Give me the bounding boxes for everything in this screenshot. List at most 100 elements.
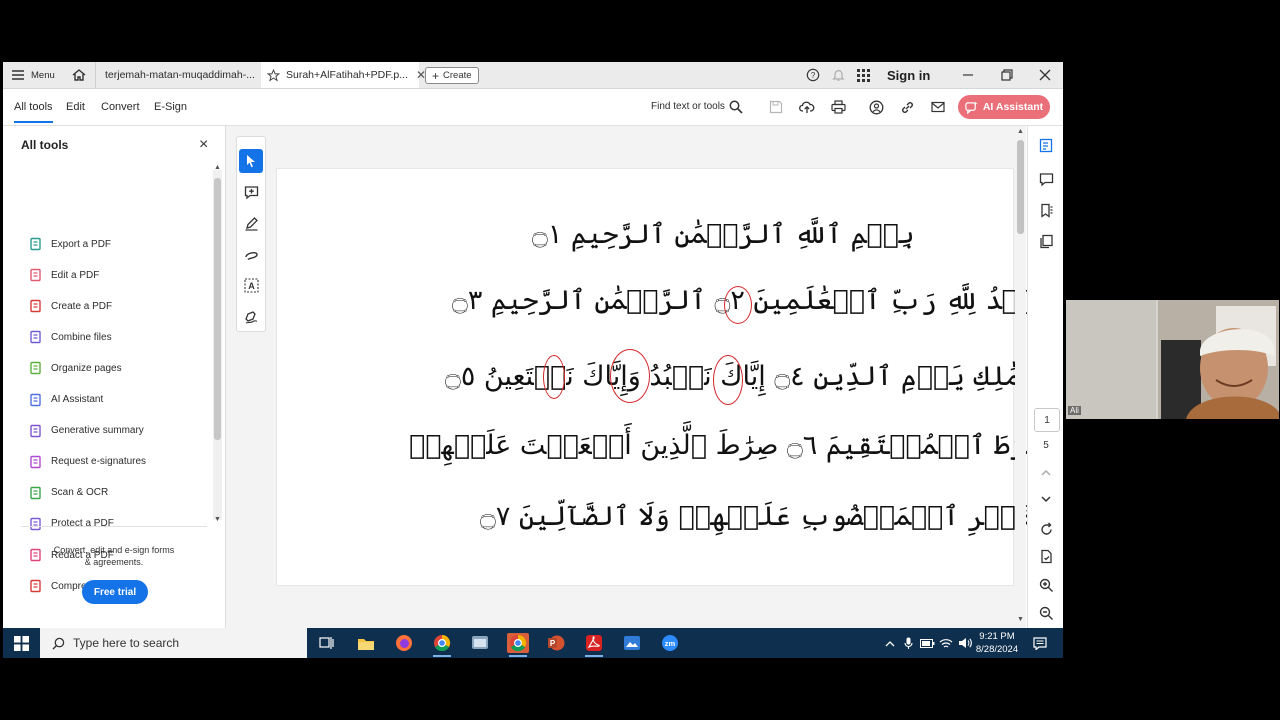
acrobat-icon[interactable]	[583, 633, 605, 657]
tab-surah-alfatihah[interactable]: Surah+AlFatihah+PDF.p... ✕	[261, 62, 426, 88]
rotate-icon[interactable]	[1037, 520, 1055, 538]
comment-plus-icon	[244, 185, 259, 200]
pen-icon	[244, 216, 259, 231]
menu-edit[interactable]: Edit	[66, 101, 85, 113]
maximize-button[interactable]	[998, 66, 1016, 84]
organize-pages-icon	[29, 361, 43, 375]
highlight-tool[interactable]	[239, 211, 263, 235]
zoom-app-icon[interactable]: zm	[659, 633, 681, 653]
apps-grid-icon[interactable]	[854, 66, 872, 84]
acrobat-window: Menu terjemah-matan-muqaddimah-... Surah…	[3, 62, 1063, 628]
tool-combine-files[interactable]: Combine files	[29, 327, 112, 347]
windows-taskbar: Type here to search P zm 9:21 PM 8/28/20…	[3, 628, 1063, 658]
document-scrollbar-thumb[interactable]	[1017, 140, 1024, 234]
tool-ai-assistant[interactable]: AI Assistant	[29, 390, 103, 410]
home-button[interactable]	[71, 62, 87, 88]
zoom-in-icon[interactable]	[1037, 576, 1055, 594]
red-circle-annotation	[724, 286, 752, 324]
help-icon[interactable]: ?	[804, 66, 822, 84]
generative-summary-icon	[29, 424, 43, 438]
sign-pen-icon	[244, 309, 259, 324]
taskbar-search-box[interactable]: Type here to search	[40, 628, 307, 658]
chrome-profile-icon[interactable]	[507, 633, 529, 657]
save-icon[interactable]	[767, 98, 785, 116]
scroll-down-arrow-icon[interactable]: ▼	[214, 516, 221, 523]
notifications-bell-icon[interactable]	[829, 66, 847, 84]
red-circle-annotation	[543, 355, 565, 399]
comments-icon[interactable]	[1037, 170, 1055, 188]
svg-text:zm: zm	[665, 639, 676, 648]
zoom-out-icon[interactable]	[1037, 604, 1055, 622]
volume-icon[interactable]	[954, 633, 976, 653]
next-page-icon[interactable]	[1037, 490, 1055, 508]
minimize-button[interactable]	[959, 66, 977, 84]
tool-label: Create a PDF	[51, 300, 113, 312]
email-icon[interactable]	[929, 98, 947, 116]
close-window-button[interactable]	[1036, 66, 1054, 84]
tool-edit-pdf[interactable]: Edit a PDF	[29, 265, 99, 285]
tool-organize-pages[interactable]: Organize pages	[29, 358, 122, 378]
sign-tool[interactable]	[239, 304, 263, 328]
menu-all-tools[interactable]: All tools	[14, 101, 53, 123]
current-page-input[interactable]: 1	[1034, 408, 1060, 432]
menu-button[interactable]: Menu	[11, 62, 55, 88]
menu-esign[interactable]: E-Sign	[154, 101, 187, 113]
webcam-overlay: Ali	[1066, 300, 1279, 419]
ai-summary-icon[interactable]	[1037, 136, 1055, 154]
all-tools-panel: All tools × Export a PDF Edit a PDF Create…	[3, 126, 226, 628]
photos-icon[interactable]	[621, 633, 643, 653]
menu-convert[interactable]: Convert	[101, 101, 140, 113]
cloud-upload-icon[interactable]	[798, 98, 816, 116]
scroll-up-arrow-icon[interactable]: ▲	[214, 164, 221, 171]
powerpoint-icon[interactable]: P	[545, 633, 567, 653]
menu-label: Menu	[31, 69, 55, 81]
ai-assistant-button[interactable]: AI Assistant	[958, 95, 1050, 119]
page-thumbnails-icon[interactable]	[1037, 232, 1055, 250]
panel-scrollbar-thumb[interactable]	[214, 178, 221, 440]
star-icon[interactable]	[267, 68, 280, 82]
tool-request-esignatures[interactable]: Request e-signatures	[29, 452, 146, 472]
text-recognition-tool[interactable]: A	[239, 273, 263, 297]
red-circle-annotation	[713, 355, 743, 405]
tool-generative-summary[interactable]: Generative summary	[29, 421, 144, 441]
page-setup-icon[interactable]	[1037, 547, 1055, 565]
scroll-down-arrow-icon[interactable]: ▼	[1017, 616, 1024, 623]
system-clock[interactable]: 9:21 PM 8/28/2024	[975, 630, 1019, 656]
firefox-icon[interactable]	[393, 633, 415, 653]
red-circle-annotation	[610, 349, 650, 403]
add-comment-tool[interactable]	[239, 180, 263, 204]
sign-in-button[interactable]: Sign in	[887, 68, 930, 83]
share-user-icon[interactable]	[867, 98, 885, 116]
tool-protect-pdf[interactable]: Protect a PDF	[29, 514, 114, 534]
create-button[interactable]: + Create	[425, 67, 479, 84]
select-cursor-tool[interactable]	[239, 149, 263, 173]
draw-freehand-tool[interactable]	[239, 242, 263, 266]
file-explorer-icon[interactable]	[355, 633, 377, 653]
task-view-icon[interactable]	[315, 633, 337, 653]
find-text-or-tools[interactable]: Find text or tools	[651, 101, 725, 112]
previous-page-icon[interactable]	[1037, 464, 1055, 482]
bookmarks-icon[interactable]	[1037, 201, 1055, 219]
ayah-line-2: ٱلۡحَمۡدُ لِلَّهِ رَبِّ ٱلۡعَٰلَمِينَ ۝٢…	[452, 285, 1063, 316]
tab-terjemah[interactable]: terjemah-matan-muqaddimah-...	[95, 62, 260, 88]
tool-create-pdf[interactable]: Create a PDF	[29, 296, 112, 316]
combine-files-icon	[29, 330, 43, 344]
ai-assistant-icon	[965, 100, 978, 114]
search-placeholder: Type here to search	[73, 636, 180, 650]
tool-export-pdf[interactable]: Export a PDF	[29, 234, 111, 254]
close-panel-icon[interactable]: ×	[199, 136, 208, 154]
notification-center-icon[interactable]	[1029, 633, 1051, 653]
tool-label: AI Assistant	[51, 394, 104, 405]
link-icon[interactable]	[898, 98, 916, 116]
scroll-up-arrow-icon[interactable]: ▲	[1017, 128, 1024, 135]
chrome-icon[interactable]	[431, 633, 453, 657]
tool-label: Export a PDF	[51, 238, 112, 250]
tool-scan-ocr[interactable]: Scan & OCR	[29, 483, 108, 503]
start-button[interactable]	[10, 633, 32, 653]
free-trial-button[interactable]: Free trial	[82, 580, 148, 604]
print-icon[interactable]	[829, 98, 847, 116]
clock-date: 8/28/2024	[975, 644, 1019, 655]
app-window-icon[interactable]	[469, 633, 491, 653]
search-icon[interactable]	[727, 98, 745, 116]
document-viewer: A بِسۡمِ ٱللَّهِ ٱلرَّحۡمَٰنِ ٱلرَّحِيمِ…	[226, 126, 1063, 628]
